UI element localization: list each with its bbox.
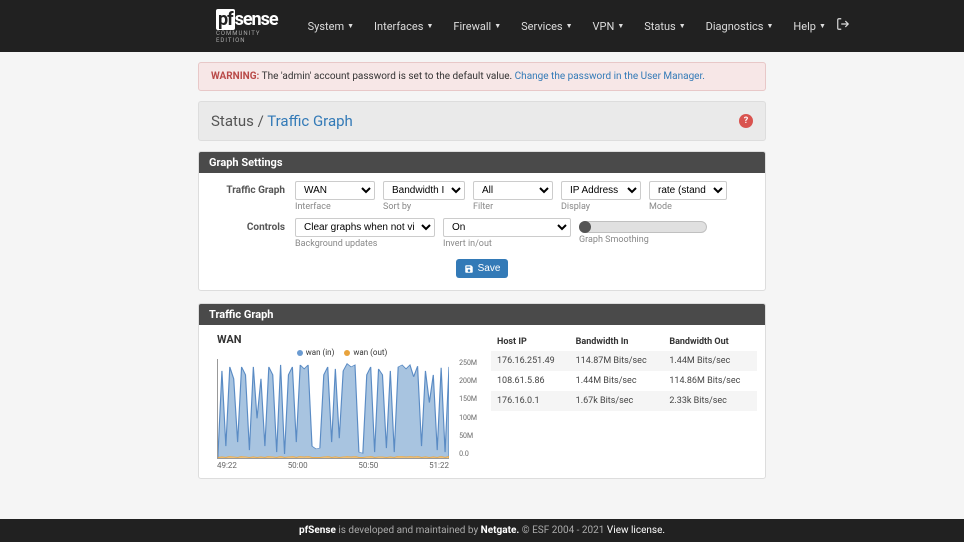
panel-heading: Traffic Graph xyxy=(199,304,765,325)
nav-status[interactable]: Status ▼ xyxy=(634,20,695,33)
table-row: 108.61.5.861.44M Bits/sec114.86M Bits/se… xyxy=(491,371,757,391)
nav-diagnostics[interactable]: Diagnostics ▼ xyxy=(696,20,784,33)
filter-select[interactable]: All xyxy=(473,181,553,200)
bandwidth-table: Host IPBandwidth InBandwidth Out 176.16.… xyxy=(491,333,757,411)
bgupdates-select[interactable]: Clear graphs when not visible. xyxy=(295,218,435,237)
nav-firewall[interactable]: Firewall ▼ xyxy=(443,20,511,33)
col-header: Bandwidth In xyxy=(570,333,664,351)
row-label-controls: Controls xyxy=(209,218,295,233)
legend-dot-out xyxy=(344,350,350,356)
traffic-chart: 250M200M150M100M50M0.0 xyxy=(217,359,449,459)
graph-settings-panel: Graph Settings Traffic Graph WANInterfac… xyxy=(198,151,766,291)
mode-select[interactable]: rate (standard) xyxy=(649,181,727,200)
legend-dot-in xyxy=(297,350,303,356)
warning-link[interactable]: Change the password in the User Manager. xyxy=(515,71,705,82)
interface-select[interactable]: WAN xyxy=(295,181,375,200)
logout-icon[interactable] xyxy=(836,17,850,35)
table-row: 176.16.0.11.67k Bits/sec2.33k Bits/sec xyxy=(491,391,757,411)
breadcrumb-root: Status xyxy=(211,112,254,130)
breadcrumb-panel: Status / Traffic Graph ? xyxy=(198,101,766,141)
nav-system[interactable]: System ▼ xyxy=(298,20,364,33)
nav-vpn[interactable]: VPN ▼ xyxy=(583,20,635,33)
save-button[interactable]: Save xyxy=(456,259,509,278)
breadcrumb: Status / Traffic Graph xyxy=(211,112,353,130)
display-select[interactable]: IP Address xyxy=(561,181,641,200)
smoothing-slider[interactable] xyxy=(579,221,707,233)
save-icon xyxy=(464,264,474,274)
logo[interactable]: pfsense COMMUNITY EDITION xyxy=(216,9,278,44)
invert-select[interactable]: On xyxy=(443,218,571,237)
footer: pfSense is developed and maintained by N… xyxy=(0,519,964,542)
col-header: Host IP xyxy=(491,333,570,351)
nav-interfaces[interactable]: Interfaces ▼ xyxy=(364,20,443,33)
col-header: Bandwidth Out xyxy=(663,333,757,351)
warning-alert: WARNING: The 'admin' account password is… xyxy=(198,62,766,91)
help-icon[interactable]: ? xyxy=(739,114,753,128)
warning-text: The 'admin' account password is set to t… xyxy=(259,71,514,82)
sortby-select[interactable]: Bandwidth In xyxy=(383,181,465,200)
license-link[interactable]: View license. xyxy=(607,525,665,536)
panel-heading: Graph Settings xyxy=(199,152,765,173)
breadcrumb-page[interactable]: Traffic Graph xyxy=(267,112,353,130)
chart-legend: wan (in) wan (out) xyxy=(207,348,477,357)
table-row: 176.16.251.49114.87M Bits/sec1.44M Bits/… xyxy=(491,351,757,371)
warning-prefix: WARNING: xyxy=(211,71,259,82)
traffic-graph-panel: Traffic Graph WAN wan (in) wan (out) 250… xyxy=(198,303,766,479)
chart-title: WAN xyxy=(207,333,477,346)
top-navbar: pfsense COMMUNITY EDITION System ▼Interf… xyxy=(0,0,964,52)
nav-services[interactable]: Services ▼ xyxy=(511,20,582,33)
nav-help[interactable]: Help ▼ xyxy=(783,20,835,33)
row-label-traffic: Traffic Graph xyxy=(209,181,295,196)
